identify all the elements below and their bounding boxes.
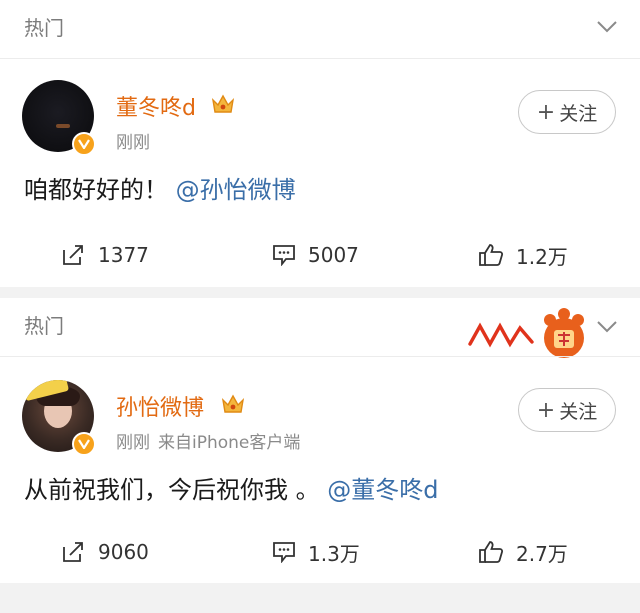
weibo-post-card: 热门 孙怡微博 刚刚 来自iPhone客户端 + 关注 从前祝我们，今后祝你我 。… bbox=[0, 298, 640, 583]
post-meta: 刚刚 来自iPhone客户端 bbox=[116, 428, 300, 453]
mention-link[interactable]: @孙怡微博 bbox=[176, 176, 296, 204]
weibo-post-card: 热门 董冬咚d 刚刚 + 关注 咱都好好的！ @孙怡微博 1377 5007 1… bbox=[0, 0, 640, 287]
comment-button[interactable]: 5007 bbox=[272, 235, 359, 275]
follow-label: 关注 bbox=[559, 102, 598, 125]
repost-button[interactable]: 1377 bbox=[62, 235, 149, 275]
section-label: 热门 bbox=[24, 16, 64, 40]
repost-count: 9060 bbox=[98, 540, 149, 564]
like-button[interactable]: 1.2万 bbox=[478, 235, 568, 275]
plus-icon: + bbox=[536, 99, 556, 125]
section-label: 热门 bbox=[24, 314, 64, 338]
plus-icon: + bbox=[536, 397, 556, 423]
tiger-sticker-icon bbox=[464, 308, 584, 358]
repost-icon bbox=[63, 245, 83, 265]
like-button[interactable]: 2.7万 bbox=[478, 532, 568, 572]
repost-icon bbox=[63, 542, 83, 562]
follow-button[interactable]: + 关注 bbox=[518, 90, 616, 134]
post-text: 咱都好好的！ @孙怡微博 bbox=[24, 170, 296, 205]
comment-count: 1.3万 bbox=[308, 541, 360, 566]
username[interactable]: 董冬咚d bbox=[116, 90, 196, 122]
post-text: 从前祝我们，今后祝你我 。 @董冬咚d bbox=[24, 470, 439, 505]
comment-count: 5007 bbox=[308, 243, 359, 267]
post-meta: 刚刚 bbox=[116, 128, 150, 153]
action-bar: 9060 1.3万 2.7万 bbox=[0, 532, 640, 572]
action-bar: 1377 5007 1.2万 bbox=[0, 235, 640, 275]
follow-label: 关注 bbox=[559, 400, 598, 423]
like-count: 2.7万 bbox=[516, 541, 568, 566]
post-time: 刚刚 bbox=[116, 433, 150, 453]
comment-button[interactable]: 1.3万 bbox=[272, 532, 360, 572]
username[interactable]: 孙怡微博 bbox=[116, 390, 204, 422]
follow-button[interactable]: + 关注 bbox=[518, 388, 616, 432]
like-icon bbox=[479, 244, 504, 266]
like-icon bbox=[479, 541, 504, 563]
crown-icon bbox=[211, 94, 235, 113]
repost-count: 1377 bbox=[98, 243, 149, 267]
repost-button[interactable]: 9060 bbox=[62, 532, 149, 572]
divider bbox=[0, 356, 640, 357]
verified-icon bbox=[72, 432, 96, 456]
post-body: 从前祝我们，今后祝你我 。 bbox=[24, 476, 320, 504]
post-time: 刚刚 bbox=[116, 133, 150, 153]
chevron-down-icon[interactable] bbox=[596, 20, 618, 34]
comment-icon bbox=[273, 245, 295, 266]
mention-link[interactable]: @董冬咚d bbox=[327, 476, 438, 504]
crown-icon bbox=[221, 394, 245, 413]
verified-icon bbox=[72, 132, 96, 156]
chevron-down-icon[interactable] bbox=[596, 320, 618, 334]
post-body: 咱都好好的！ bbox=[24, 176, 168, 204]
post-source[interactable]: 来自iPhone客户端 bbox=[158, 433, 300, 453]
divider bbox=[0, 58, 640, 59]
comment-icon bbox=[273, 542, 295, 563]
like-count: 1.2万 bbox=[516, 244, 568, 269]
